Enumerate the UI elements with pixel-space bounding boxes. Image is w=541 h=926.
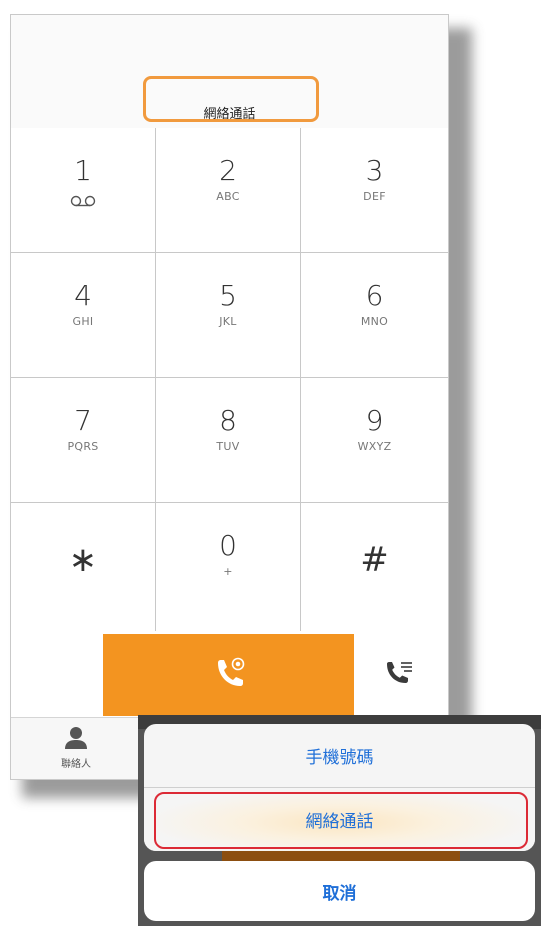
- key-letters: DEF: [363, 190, 386, 203]
- option-highlight-box: [154, 792, 528, 849]
- call-button[interactable]: [103, 634, 354, 716]
- key-letters: MNO: [360, 315, 389, 328]
- key-symbol: #: [360, 540, 389, 580]
- voicemail-icon: [11, 192, 155, 211]
- key-7[interactable]: 7 PQRS: [11, 378, 156, 503]
- key-0[interactable]: 0 +: [156, 503, 301, 631]
- key-digit: 3: [365, 154, 384, 187]
- key-digit: 6: [365, 279, 384, 312]
- option-mobile-number[interactable]: 手機號碼: [144, 724, 535, 788]
- keypad: 1 2 ABC 3 DEF 4 GHI 5 JKL 6 MNO 7 PQRS 8…: [11, 128, 448, 631]
- key-letters: +: [223, 565, 233, 578]
- tab-contacts-label: 聯絡人: [61, 759, 91, 770]
- call-bar: [11, 631, 448, 717]
- number-display: 網絡通話: [11, 15, 448, 129]
- key-hash[interactable]: #: [301, 503, 448, 631]
- key-digit: 9: [365, 404, 384, 437]
- phone-call-icon: [209, 653, 249, 697]
- key-letters: WXYZ: [357, 440, 392, 453]
- key-digit: 2: [219, 154, 237, 187]
- key-letters: PQRS: [67, 440, 99, 453]
- call-log-icon[interactable]: [383, 657, 415, 693]
- key-symbol: ∗: [68, 540, 98, 580]
- key-1[interactable]: 1: [11, 128, 156, 253]
- key-4[interactable]: 4 GHI: [11, 253, 156, 378]
- tab-contacts[interactable]: 聯絡人: [53, 726, 99, 770]
- key-digit: 5: [219, 279, 237, 312]
- key-8[interactable]: 8 TUV: [156, 378, 301, 503]
- key-letters: JKL: [219, 315, 237, 328]
- key-letters: GHI: [72, 315, 94, 328]
- dialer-screen: 網絡通話 1 2 ABC 3 DEF 4 GHI 5 JKL 6 MNO 7 P…: [10, 14, 449, 780]
- key-letters: TUV: [216, 440, 240, 453]
- action-sheet-overlay: 手機號碼 網絡通話 取消: [138, 715, 541, 926]
- person-icon: [63, 727, 89, 754]
- key-digit: 4: [74, 279, 92, 312]
- key-digit: 0: [219, 529, 237, 562]
- key-9[interactable]: 9 WXYZ: [301, 378, 448, 503]
- key-star[interactable]: ∗: [11, 503, 156, 631]
- key-digit: 8: [219, 404, 237, 437]
- key-3[interactable]: 3 DEF: [301, 128, 448, 253]
- cancel-button[interactable]: 取消: [144, 861, 535, 921]
- call-mode-label[interactable]: 網絡通話: [11, 103, 448, 122]
- key-digit: 1: [74, 154, 92, 187]
- key-digit: 7: [74, 404, 92, 437]
- key-6[interactable]: 6 MNO: [301, 253, 448, 378]
- key-letters: ABC: [216, 190, 240, 203]
- key-2[interactable]: 2 ABC: [156, 128, 301, 253]
- key-5[interactable]: 5 JKL: [156, 253, 301, 378]
